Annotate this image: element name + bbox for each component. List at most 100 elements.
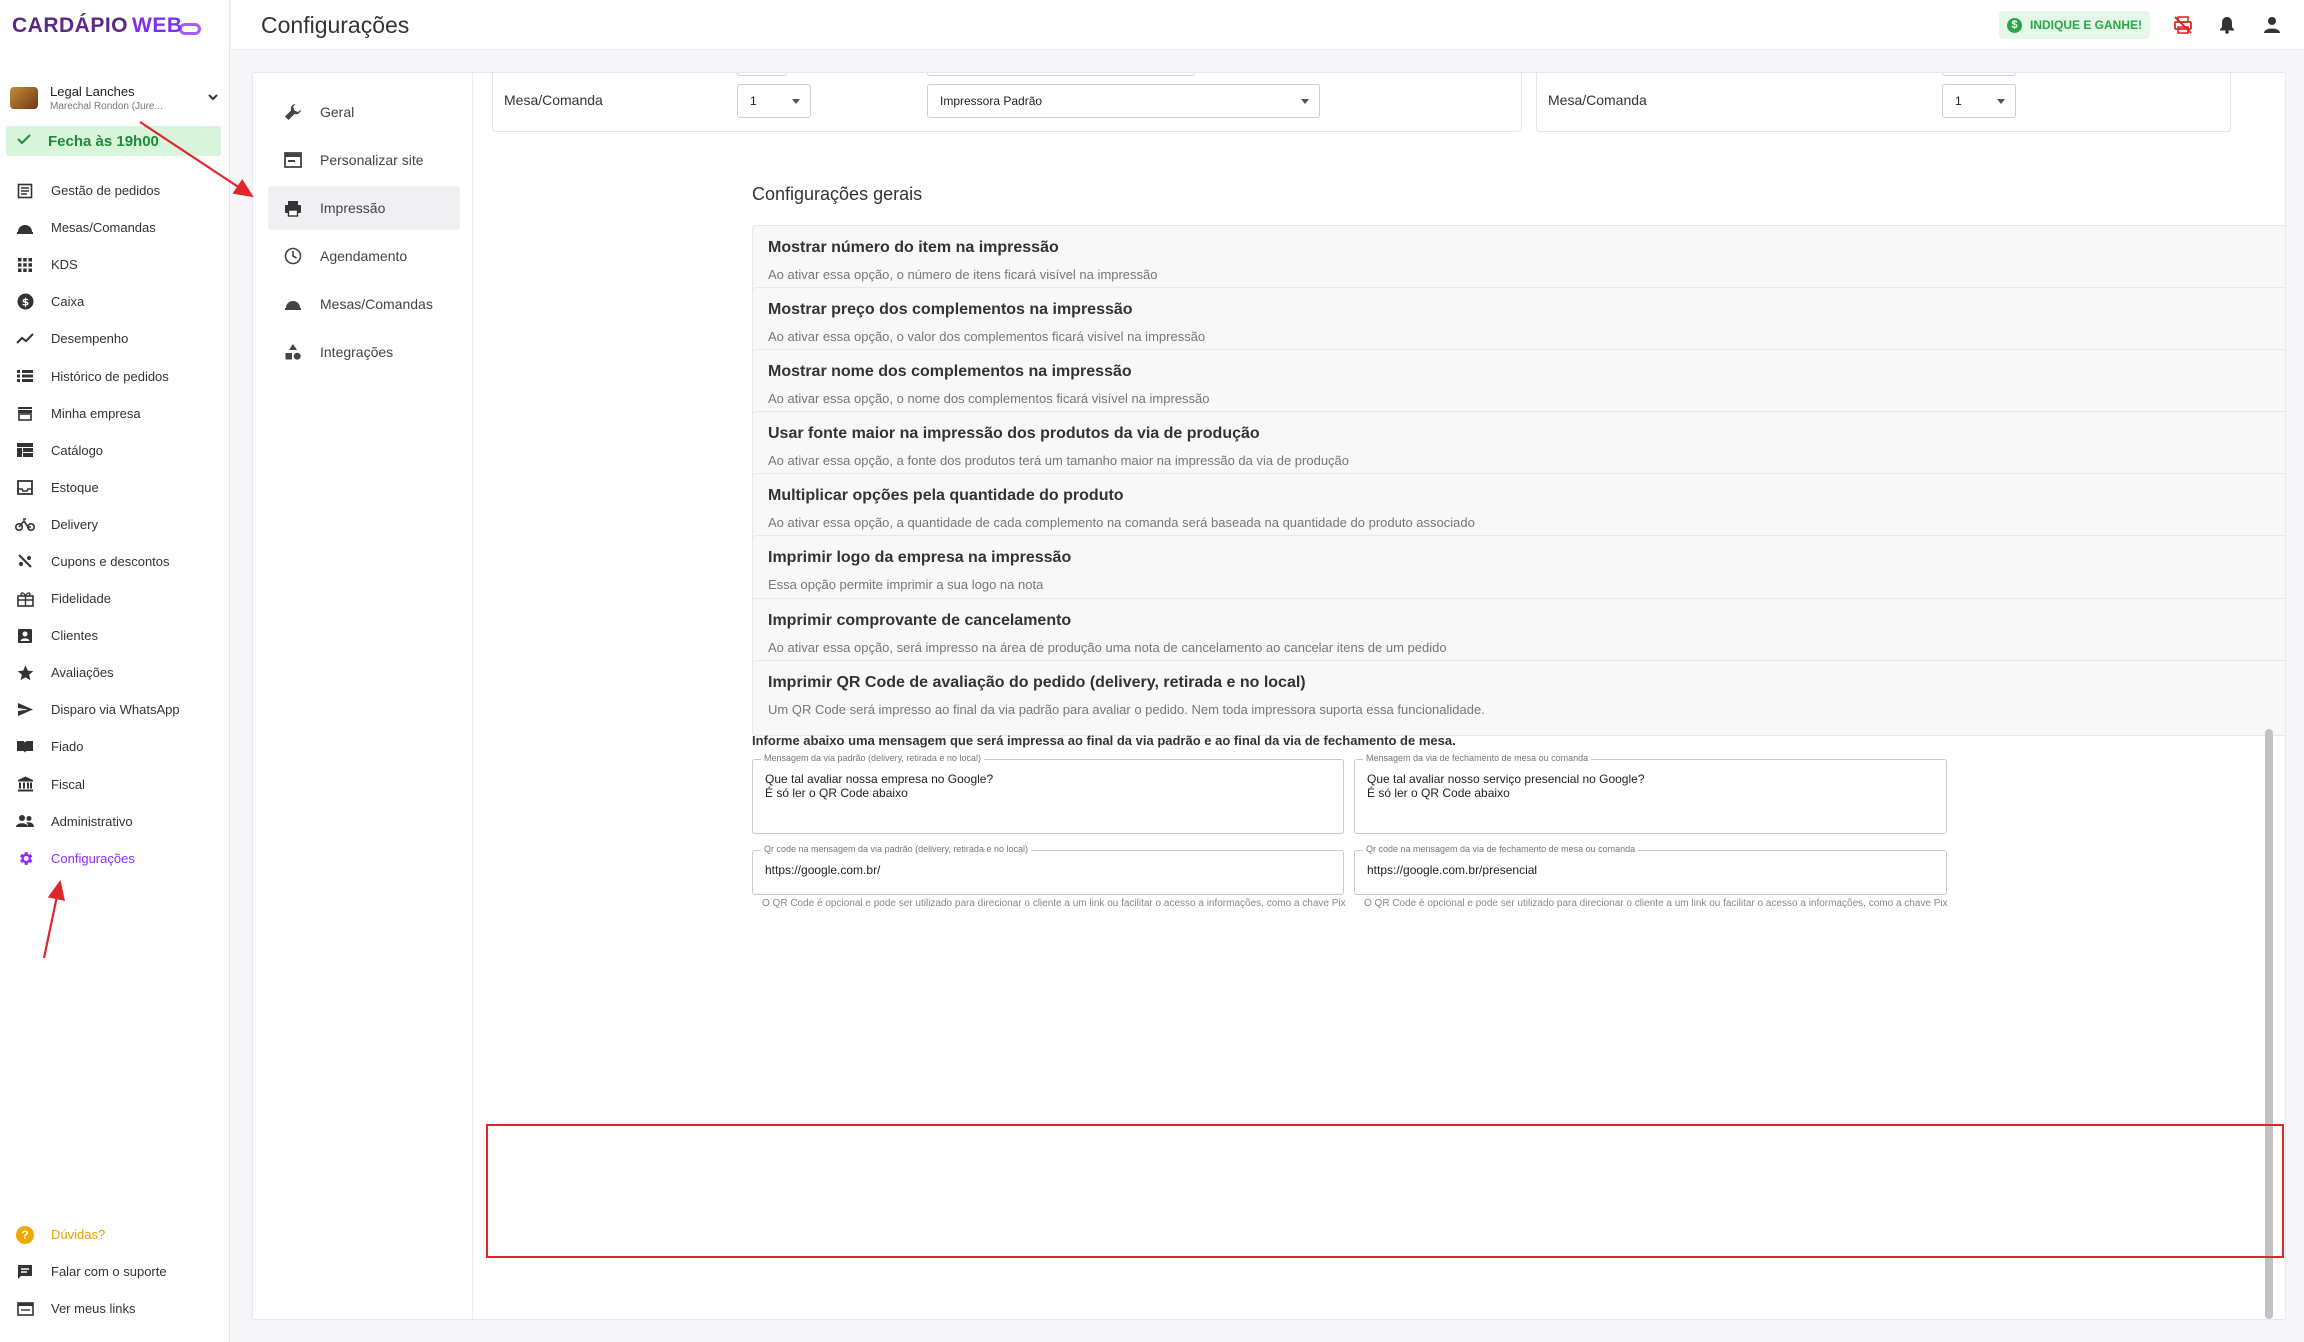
option-description: Ao ativar essa opção, o nome dos complem… [768, 391, 1210, 406]
sidebar-item-label: Minha empresa [51, 405, 141, 421]
tab-geral[interactable]: Geral [268, 90, 460, 134]
sidebar-item-label: Estoque [51, 479, 99, 495]
option-description: Um QR Code será impresso ao final da via… [768, 702, 1485, 717]
dollar-icon: $ [14, 293, 36, 311]
message-info-text: Informe abaixo uma mensagem que será imp… [752, 733, 1456, 748]
sidebar-item-cupons-e-descontos[interactable]: Cupons e descontos [0, 543, 230, 580]
sidebar-item-administrativo[interactable]: Administrativo [0, 803, 230, 840]
field-value: https://google.com.br/presencial [1367, 863, 1538, 877]
sidebar-item-clientes[interactable]: Clientes [0, 617, 230, 654]
sidebar-item-label: Catálogo [51, 442, 104, 458]
sidebar-item-avaliacoes[interactable]: Avaliações [0, 654, 230, 691]
sidebar-item-label: Gestão de pedidos [51, 183, 161, 199]
sidebar-bottom-nav: ? Dúvidas? Falar com o suporte Ver meus … [0, 1216, 230, 1327]
option-description: Essa opção permite imprimir a sua logo n… [768, 577, 1044, 592]
bell-icon[interactable] [2216, 14, 2238, 36]
sidebar-item-label: Cupons e descontos [51, 553, 170, 569]
store-selector[interactable]: Legal Lanches Marechal Rondon (Jure... [10, 78, 220, 118]
browser-icon [283, 152, 303, 168]
option-title: Mostrar nome dos complementos na impress… [768, 363, 1132, 380]
tab-mesas-comandas[interactable]: Mesas/Comandas [268, 282, 460, 326]
bank-icon [14, 775, 36, 793]
option-description: Ao ativar essa opção, será impresso na á… [768, 640, 1447, 655]
catalog-icon [14, 441, 36, 459]
store-hours-badge[interactable]: Fecha às 19h00 [6, 126, 221, 156]
tab-personalizar-site[interactable]: Personalizar site [268, 138, 460, 182]
people-icon [14, 812, 36, 830]
copies-select[interactable]: 1 [737, 84, 811, 118]
tab-label: Impressão [320, 200, 386, 216]
sidebar-item-fidelidade[interactable]: Fidelidade [0, 580, 230, 617]
sidebar-item-caixa[interactable]: $ Caixa [0, 283, 230, 320]
qr-default-input[interactable]: Qr code na mensagem da via padrão (deliv… [752, 844, 1344, 895]
trending-icon [14, 330, 36, 348]
printer-config-panel-right: Mesa/Comanda 1 [1536, 73, 2231, 132]
printer-select-prev[interactable] [927, 73, 1195, 76]
sidebar-item-kds[interactable]: KDS [0, 246, 230, 283]
sidebar-item-estoque[interactable]: Estoque [0, 469, 230, 506]
tab-integracoes[interactable]: Integrações [268, 330, 460, 374]
sidebar-item-ver-meus-links[interactable]: Ver meus links [0, 1290, 230, 1327]
help-icon: ? [14, 1225, 36, 1244]
sidebar-item-label: Clientes [51, 628, 98, 644]
qr-closing-input[interactable]: Qr code na mensagem da via de fechamento… [1354, 844, 1947, 895]
sidebar-item-minha-empresa[interactable]: Minha empresa [0, 395, 230, 432]
qr-closing-hint: O QR Code é opcional e pode ser utilizad… [1364, 898, 1948, 909]
sidebar-item-desempenho[interactable]: Desempenho [0, 320, 230, 357]
page-title: Configurações [261, 12, 410, 38]
option-description: Ao ativar essa opção, a quantidade de ca… [768, 515, 1475, 530]
user-icon[interactable] [2261, 14, 2283, 36]
annotation-highlight-box [486, 1124, 2284, 1258]
printer-row-label: Mesa/Comanda [1548, 92, 1647, 108]
copies-select-prev[interactable] [737, 73, 787, 76]
link-icon [14, 1300, 36, 1318]
printer-off-icon[interactable] [2172, 14, 2194, 36]
sidebar-item-historico-de-pedidos[interactable]: Histórico de pedidos [0, 357, 230, 394]
sidebar-item-duvidas[interactable]: ? Dúvidas? [0, 1216, 230, 1253]
logo[interactable]: CARDÁPIO WEB [12, 10, 201, 42]
sidebar-item-fiado[interactable]: Fiado [0, 728, 230, 765]
sidebar-item-label: Avaliações [51, 665, 114, 681]
default-message-textarea[interactable]: Mensagem da via padrão (delivery, retira… [752, 753, 1344, 834]
caret-down-icon [1997, 99, 2005, 104]
contact-icon [14, 627, 36, 645]
send-icon [14, 701, 36, 719]
option-description: Ao ativar essa opção, o número de itens … [768, 267, 1158, 282]
sidebar-item-mesas-comandas[interactable]: Mesas/Comandas [0, 209, 230, 246]
closing-message-textarea[interactable]: Mensagem da via de fechamento de mesa ou… [1354, 753, 1947, 834]
copies-select-prev-right[interactable] [1942, 73, 2016, 76]
sidebar-item-gestao-de-pedidos[interactable]: Gestão de pedidos [0, 172, 230, 209]
grid-icon [14, 256, 36, 274]
copies-select-right[interactable]: 1 [1942, 84, 2016, 118]
sidebar-item-fiscal[interactable]: Fiscal [0, 766, 230, 803]
cloche-icon [283, 297, 303, 311]
qr-default-hint: O QR Code é opcional e pode ser utilizad… [762, 898, 1346, 909]
field-label: Qr code na mensagem da via de fechamento… [1363, 844, 1639, 854]
option-title: Imprimir logo da empresa na impressão [768, 549, 1072, 566]
sidebar-item-configuracoes[interactable]: Configurações [0, 840, 230, 877]
caret-down-icon [792, 99, 800, 104]
printer-select[interactable]: Impressora Padrão [927, 84, 1320, 118]
sidebar-item-disparo-via-whatsapp[interactable]: Disparo via WhatsApp [0, 691, 230, 728]
option-title: Imprimir comprovante de cancelamento [768, 612, 1072, 629]
list-icon [14, 367, 36, 385]
option-title: Imprimir QR Code de avaliação do pedido … [768, 674, 1306, 691]
store-icon [14, 404, 36, 422]
svg-text:$: $ [21, 296, 29, 309]
sidebar-item-falar-com-o-suporte[interactable]: Falar com o suporte [0, 1253, 230, 1290]
sidebar: CARDÁPIO WEB Legal Lanches Marechal Rond… [0, 0, 230, 1342]
sidebar-item-label: Fiscal [51, 776, 85, 792]
sidebar-item-delivery[interactable]: Delivery [0, 506, 230, 543]
option-title: Mostrar número do item na impressão [768, 239, 1059, 256]
sidebar-item-label: Delivery [51, 516, 98, 532]
cloche-icon [14, 219, 36, 237]
option-title: Multiplicar opções pela quantidade do pr… [768, 487, 1124, 504]
chevron-down-icon[interactable] [206, 90, 220, 107]
tab-label: Integrações [320, 344, 394, 360]
referral-button[interactable]: $ INDIQUE E GANHE! [1999, 11, 2151, 39]
shapes-icon [283, 343, 303, 361]
sidebar-item-catalogo[interactable]: Catálogo [0, 432, 230, 469]
tab-impressao[interactable]: Impressão [268, 186, 460, 230]
tab-agendamento[interactable]: Agendamento [268, 234, 460, 278]
chat-icon [14, 1263, 36, 1281]
